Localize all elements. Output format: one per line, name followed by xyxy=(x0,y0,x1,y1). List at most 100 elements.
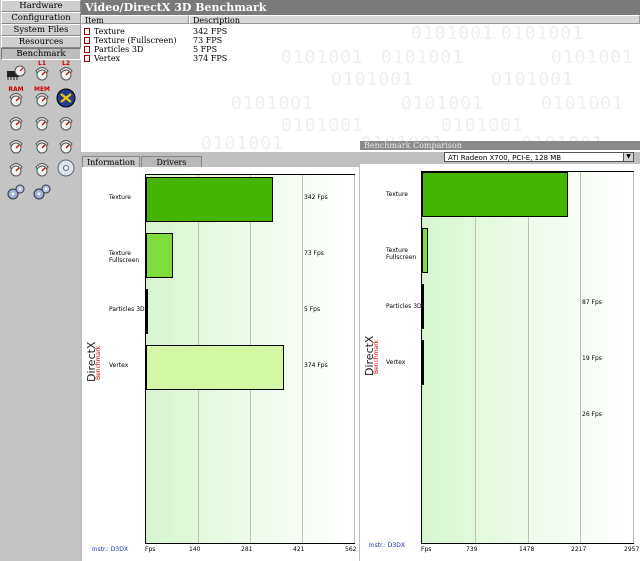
category-label-text: Vertex xyxy=(109,362,129,369)
tab-information[interactable]: Information xyxy=(82,156,140,167)
comparison-select[interactable]: ATI Radeon X700, PCI-E, 128 MB ▼ xyxy=(444,152,634,162)
nav-hardware[interactable]: Hardware xyxy=(1,0,81,12)
category-label-text: Texture Fullscreen xyxy=(386,247,417,261)
disc-icon[interactable] xyxy=(56,158,76,178)
list-item-value: 5 FPS xyxy=(193,45,218,54)
chart-plot-area xyxy=(421,171,634,544)
background-binary-pattern: 0101001 xyxy=(441,115,524,136)
result-icon xyxy=(84,55,90,62)
column-header-description[interactable]: Description xyxy=(189,15,640,25)
list-item-name: Texture xyxy=(94,27,125,36)
tick-label: Fps xyxy=(145,546,156,553)
background-binary-pattern: 0101001 xyxy=(381,47,464,68)
instruction-set-label: Instr.: D3DX xyxy=(369,542,405,549)
gauge-icon[interactable] xyxy=(56,112,76,132)
category-label: Particles 3D xyxy=(109,306,149,313)
gridline xyxy=(633,172,634,543)
background-binary-pattern: 0101001 xyxy=(231,93,314,114)
nav-resources[interactable]: Resources xyxy=(1,36,81,48)
data-label: 342 Fps xyxy=(304,194,328,201)
settings-gears-icon[interactable] xyxy=(6,182,26,202)
list-item[interactable]: Texture 342 FPS xyxy=(84,27,384,36)
directx-benchmark-icon[interactable] xyxy=(56,88,76,108)
data-label: 26 Fps xyxy=(582,411,602,418)
gauge-icon[interactable] xyxy=(6,112,26,132)
category-label-text: Particles 3D xyxy=(386,303,422,310)
watermark-subtitle: Benchmark xyxy=(373,339,380,374)
background-binary-pattern: 0101001 xyxy=(401,93,484,114)
tick-label: 421 xyxy=(293,546,305,553)
list-item-name: Vertex xyxy=(94,54,121,63)
data-label: 374 Fps xyxy=(304,362,328,369)
data-label: 19 Fps xyxy=(582,355,602,362)
gridline xyxy=(302,175,303,543)
memory-chip-gauge-icon[interactable] xyxy=(6,62,26,82)
nav-benchmark[interactable]: Benchmark xyxy=(1,48,81,60)
list-item-value: 342 FPS xyxy=(193,27,228,36)
mem-gauge-label: MEM xyxy=(33,86,51,93)
background-binary-pattern: 0101001 xyxy=(501,23,584,44)
category-label: Texture xyxy=(109,194,149,201)
tick-label: 562 xyxy=(345,546,357,553)
page-title: Video/DirectX 3D Benchmark xyxy=(81,0,640,15)
result-icon xyxy=(84,46,90,53)
category-label: Texture Fullscreen xyxy=(386,247,426,261)
gauge-icon[interactable] xyxy=(56,135,76,155)
tick-label: 1478 xyxy=(519,546,535,553)
list-item-name: Particles 3D xyxy=(94,45,144,54)
category-label: Vertex xyxy=(386,359,426,366)
tab-drivers[interactable]: Drivers xyxy=(141,156,202,167)
mem-gauge-icon[interactable]: MEM xyxy=(32,86,52,108)
data-label: 87 Fps xyxy=(582,299,602,306)
background-binary-pattern: 0101001 xyxy=(331,69,414,90)
background-binary-pattern: 0101001 xyxy=(201,133,284,152)
category-label-text: Particles 3D xyxy=(109,306,145,313)
background-binary-pattern: 0101001 xyxy=(281,115,364,136)
gridline xyxy=(354,175,355,543)
tick-label: 140 xyxy=(189,546,201,553)
benchmark-chart-panel: Texture 342 Fps Texture Fullscreen 73 Fps Pa… xyxy=(82,167,359,561)
comparison-select-value: ATI Radeon X700, PCI-E, 128 MB xyxy=(448,154,562,162)
chevron-down-icon[interactable]: ▼ xyxy=(623,153,633,161)
list-item-value: 374 FPS xyxy=(193,54,228,63)
nav-configuration[interactable]: Configuration xyxy=(1,12,81,24)
result-icon xyxy=(84,28,90,35)
bar-1 xyxy=(146,233,173,278)
data-label: 73 Fps xyxy=(304,250,324,257)
gauge-icon[interactable] xyxy=(32,158,52,178)
comparison-title: Benchmark Comparison xyxy=(360,141,640,150)
l2-cache-gauge-label: L2 xyxy=(62,60,70,67)
network-gears-icon[interactable] xyxy=(32,182,52,202)
l1-cache-gauge-icon[interactable]: L1 xyxy=(32,60,52,82)
background-binary-pattern: 0101001 xyxy=(551,47,634,68)
category-label: Vertex xyxy=(109,362,149,369)
ram-gauge-icon[interactable]: RAM xyxy=(6,86,26,108)
watermark-subtitle: Benchmark xyxy=(95,345,102,380)
category-label: Particles 3D xyxy=(386,303,426,310)
tick-label: Fps xyxy=(421,546,432,553)
list-item[interactable]: Particles 3D 5 FPS xyxy=(84,45,384,54)
tick-label: 2957 xyxy=(624,546,640,553)
bar-0 xyxy=(422,172,568,217)
list-item-value: 73 FPS xyxy=(193,36,223,45)
list-item-name: Texture (Fullscreen) xyxy=(94,36,177,45)
left-navigation: Hardware Configuration System Files Reso… xyxy=(0,0,81,561)
chart-plot-area xyxy=(145,174,355,544)
tick-label: 739 xyxy=(466,546,478,553)
l2-cache-gauge-icon[interactable]: L2 xyxy=(56,60,76,82)
gridline xyxy=(475,172,476,543)
tick-label: 281 xyxy=(241,546,253,553)
gauge-icon[interactable] xyxy=(6,158,26,178)
list-item[interactable]: Texture (Fullscreen) 73 FPS xyxy=(84,36,384,45)
column-header-item[interactable]: Item xyxy=(81,15,189,25)
gauge-icon[interactable] xyxy=(6,135,26,155)
list-item[interactable]: Vertex 374 FPS xyxy=(84,54,384,63)
bar-0 xyxy=(146,177,273,222)
nav-system-files[interactable]: System Files xyxy=(1,24,81,36)
category-label-text: Texture xyxy=(109,194,131,201)
gauge-icon[interactable] xyxy=(32,135,52,155)
category-label: Texture xyxy=(386,191,426,198)
comparison-chart-panel: Texture Texture Fullscreen 87 Fps Particles… xyxy=(360,164,640,561)
gauge-icon[interactable] xyxy=(32,112,52,132)
category-label-text: Vertex xyxy=(386,359,406,366)
